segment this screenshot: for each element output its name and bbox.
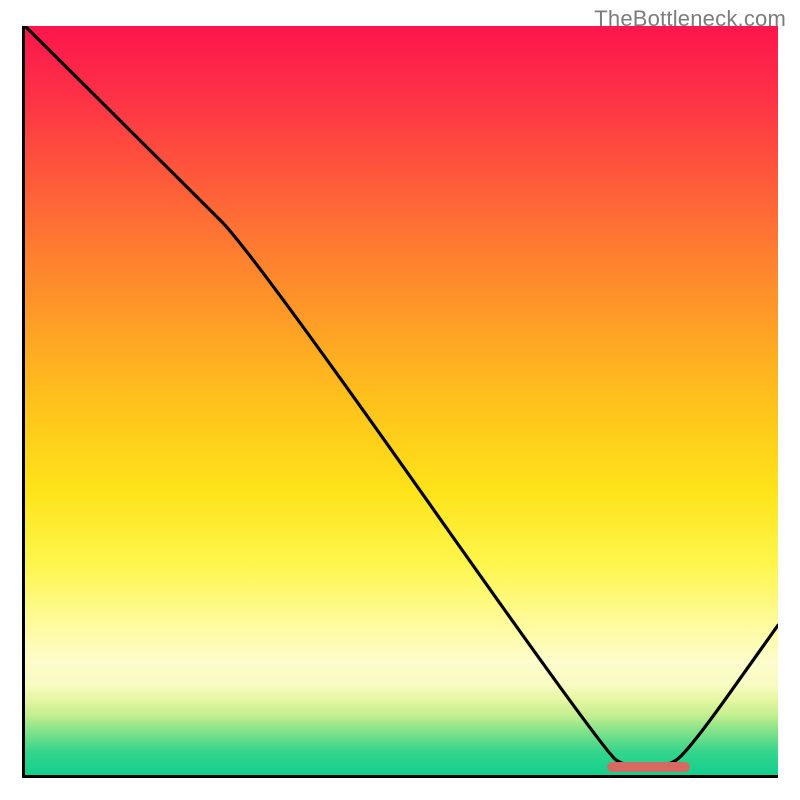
curve-svg: [25, 26, 778, 775]
curve-path: [25, 26, 778, 768]
min-marker: [607, 762, 690, 772]
chart-frame: TheBottleneck.com: [0, 0, 800, 800]
plot-area: [22, 26, 778, 778]
